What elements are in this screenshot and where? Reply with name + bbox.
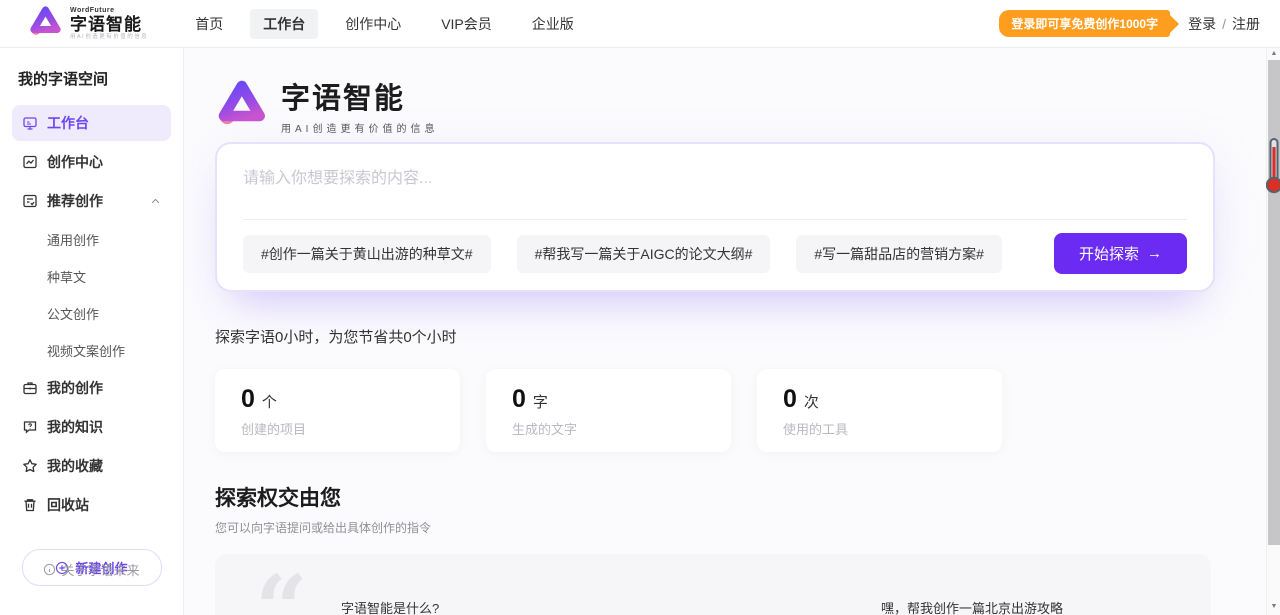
stat-label: 创建的项目 — [241, 419, 434, 438]
nav-right: 登录即可享免费创作1000字 登录 / 注册 — [999, 10, 1260, 37]
thermometer-icon — [1266, 137, 1280, 195]
example-prompt[interactable]: 嘿，帮我创作一篇北京出游攻略 — [881, 568, 1171, 615]
chevron-up-icon — [150, 196, 161, 207]
sidebar-item-my-creations[interactable]: 我的创作 — [12, 370, 171, 406]
sidebar-item-recycle-bin[interactable]: 回收站 — [12, 487, 171, 523]
triangle-logo-icon — [215, 77, 267, 134]
explore-section-subtitle: 您可以向字语提问或给出具体创作的指令 — [215, 519, 1215, 536]
nav-item-home[interactable]: 首页 — [182, 9, 236, 39]
scroll-down-arrow[interactable]: ▼ — [1267, 601, 1280, 613]
sidebar: 我的字语空间 工作台 创作中心 推荐创作 通用创作 种草文 公文创作 视频文案创 — [0, 48, 184, 615]
sidebar-item-label: 我的知识 — [47, 417, 103, 437]
triangle-logo-icon — [28, 4, 62, 43]
nav-item-enterprise[interactable]: 企业版 — [519, 9, 587, 39]
stat-cards: 0 个 创建的项目 0 字 生成的文字 0 次 — [215, 369, 1215, 452]
star-icon — [22, 458, 38, 474]
suggestion-chip[interactable]: #创作一篇关于黄山出游的种草文# — [243, 235, 491, 273]
stat-unit: 个 — [262, 391, 277, 412]
stat-card-tools: 0 次 使用的工具 — [757, 369, 1002, 452]
explore-section: 探索权交由您 您可以向字语提问或给出具体创作的指令 “ 字语智能是什么? 嘿，帮… — [215, 482, 1215, 615]
nav-item-workbench[interactable]: 工作台 — [250, 9, 318, 39]
about-link[interactable]: 关于字语未来 — [0, 560, 183, 579]
brand-name: 字语智能 — [70, 16, 148, 33]
nav-item-creation-center[interactable]: 创作中心 — [332, 9, 414, 39]
sidebar-item-my-favorites[interactable]: 我的收藏 — [12, 448, 171, 484]
search-card-divider — [243, 219, 1187, 220]
hero-brand-tagline: 用AI创造更有价值的信息 — [281, 120, 438, 135]
brand-tagline: 用AI创造更有价值的信息 — [70, 35, 148, 41]
recommend-icon — [22, 193, 38, 209]
search-input[interactable] — [243, 164, 1187, 219]
register-link[interactable]: 注册 — [1232, 14, 1260, 34]
suggestion-chips-row: #创作一篇关于黄山出游的种草文# #帮我写一篇关于AIGC的论文大纲# #写一篇… — [243, 233, 1187, 274]
sidebar-item-label: 推荐创作 — [47, 191, 103, 211]
sidebar-subitem-official[interactable]: 公文创作 — [12, 296, 171, 331]
sidebar-item-label: 工作台 — [47, 113, 89, 133]
nav-menu: 首页 工作台 创作中心 VIP会员 企业版 — [182, 9, 587, 39]
sidebar-subitem-video[interactable]: 视频文案创作 — [12, 333, 171, 368]
start-explore-label: 开始探索 — [1079, 243, 1139, 264]
stat-value: 0 — [783, 385, 797, 414]
sidebar-item-label: 回收站 — [47, 495, 89, 515]
stat-value: 0 — [241, 385, 255, 414]
sidebar-item-label: 我的创作 — [47, 378, 103, 398]
example-prompt[interactable]: 字语智能是什么? — [341, 568, 881, 615]
nav-item-vip[interactable]: VIP会员 — [428, 9, 505, 39]
stat-label: 使用的工具 — [783, 419, 976, 438]
creation-center-icon — [22, 154, 38, 170]
stat-unit: 字 — [533, 391, 548, 412]
brand-logo[interactable]: WordFuture 字语智能 用AI创造更有价值的信息 — [28, 4, 148, 43]
suggestion-chip[interactable]: #写一篇甜品店的营销方案# — [796, 235, 1002, 273]
vertical-scrollbar[interactable]: ▲ ▼ — [1266, 48, 1280, 615]
knowledge-icon — [22, 419, 38, 435]
sidebar-section-title: 我的字语空间 — [12, 64, 171, 105]
sidebar-item-recommend[interactable]: 推荐创作 — [12, 183, 171, 219]
hero-brand-name: 字语智能 — [281, 75, 438, 117]
stat-unit: 次 — [804, 391, 819, 412]
sidebar-item-label: 创作中心 — [47, 152, 103, 172]
quote-icon: “ — [255, 568, 341, 615]
top-navbar: WordFuture 字语智能 用AI创造更有价值的信息 首页 工作台 创作中心… — [0, 0, 1280, 48]
scroll-up-arrow[interactable]: ▲ — [1267, 48, 1280, 60]
suggestion-chip[interactable]: #帮我写一篇关于AIGC的论文大纲# — [517, 235, 771, 273]
trash-icon — [22, 497, 38, 513]
sidebar-subitem-general[interactable]: 通用创作 — [12, 222, 171, 257]
sidebar-item-label: 我的收藏 — [47, 456, 103, 476]
explore-section-title: 探索权交由您 — [215, 482, 1215, 512]
stats-summary: 探索字语0小时，为您节省共0个小时 — [215, 326, 1215, 347]
arrow-right-icon: → — [1147, 245, 1162, 262]
example-prompts-card: “ 字语智能是什么? 嘿，帮我创作一篇北京出游攻略 — [215, 554, 1211, 615]
login-register: 登录 / 注册 — [1188, 14, 1260, 34]
stat-label: 生成的文字 — [512, 419, 705, 438]
briefcase-icon — [22, 380, 38, 396]
sidebar-item-creation-center[interactable]: 创作中心 — [12, 144, 171, 180]
sidebar-item-my-knowledge[interactable]: 我的知识 — [12, 409, 171, 445]
sidebar-item-workbench[interactable]: 工作台 — [12, 105, 171, 141]
stat-value: 0 — [512, 385, 526, 414]
about-label: 关于字语未来 — [61, 560, 139, 579]
hero-brand: 字语智能 用AI创造更有价值的信息 — [215, 74, 1215, 136]
stat-card-words: 0 字 生成的文字 — [486, 369, 731, 452]
start-explore-button[interactable]: 开始探索 → — [1054, 233, 1187, 274]
brand-top-label: WordFuture — [70, 7, 148, 14]
workbench-icon — [22, 115, 38, 131]
scrollbar-thumb[interactable] — [1268, 60, 1280, 545]
stat-card-projects: 0 个 创建的项目 — [215, 369, 460, 452]
promo-badge[interactable]: 登录即可享免费创作1000字 — [999, 10, 1170, 37]
login-divider: / — [1222, 16, 1226, 32]
search-card: #创作一篇关于黄山出游的种草文# #帮我写一篇关于AIGC的论文大纲# #写一篇… — [215, 142, 1215, 292]
login-link[interactable]: 登录 — [1188, 14, 1216, 34]
info-circle-icon — [43, 563, 56, 576]
main-area: 字语智能 用AI创造更有价值的信息 #创作一篇关于黄山出游的种草文# #帮我写一… — [184, 48, 1280, 615]
sidebar-subitem-seeding[interactable]: 种草文 — [12, 259, 171, 294]
